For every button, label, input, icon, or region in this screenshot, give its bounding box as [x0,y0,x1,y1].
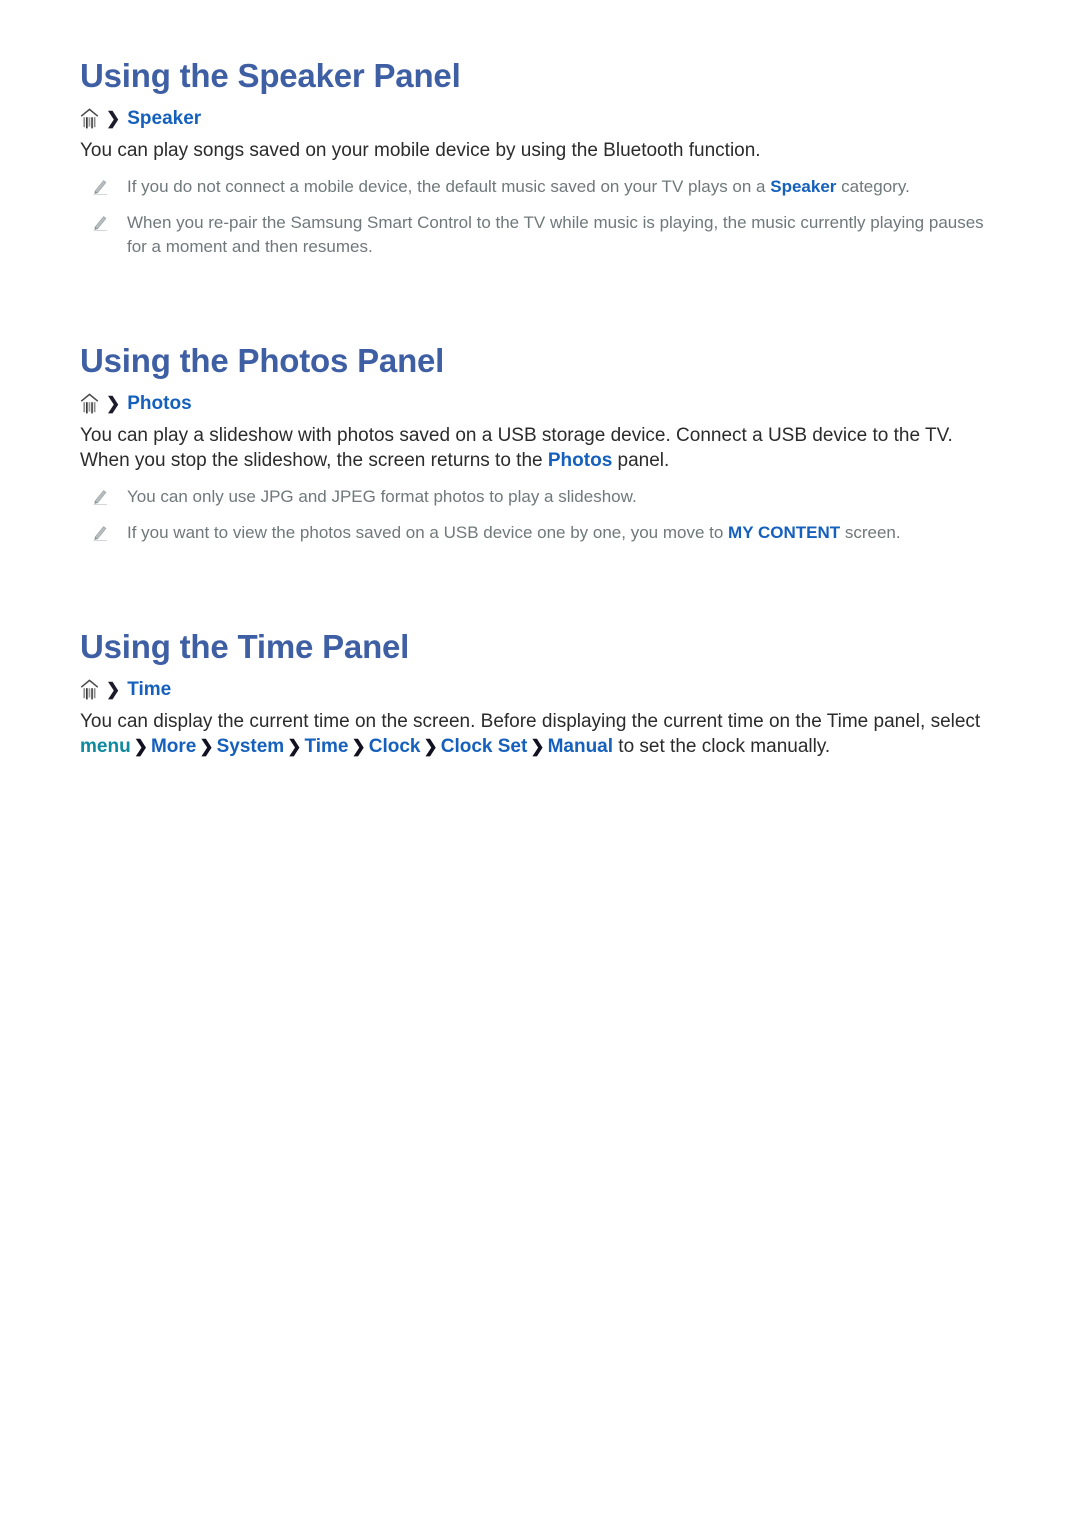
breadcrumb-photos: ❯ Photos [80,391,1000,415]
document-page: Using the Speaker Panel ❯ Speaker You ca… [0,0,1080,1527]
paragraph-speaker-intro: You can play songs saved on your mobile … [80,140,761,161]
note-text: When you re-pair the Samsung Smart Contr… [127,213,984,256]
menu-path-time[interactable]: Time [304,736,348,757]
note-text: You can only use JPG and JPEG format pho… [127,487,637,506]
breadcrumb-time: ❯ Time [80,677,1000,701]
note-item: You can only use JPG and JPEG format pho… [80,485,1000,509]
pencil-icon [92,214,109,231]
note-text-after: category. [836,177,910,196]
breadcrumb-target-time[interactable]: Time [127,680,171,699]
chevron-right-icon: ❯ [106,679,121,699]
select-label: select [930,711,981,732]
pencil-icon [92,488,109,505]
menu-path-more[interactable]: More [151,736,196,757]
note-link-my-content[interactable]: MY CONTENT [728,523,840,542]
page-title-time: Using the Time Panel [80,628,410,665]
note-text-before: If you want to view the photos saved on … [127,523,729,542]
note-link-speaker[interactable]: Speaker [770,177,836,196]
home-panel-icon [80,107,99,129]
page-title-speaker: Using the Speaker Panel [80,57,461,94]
chevron-right-icon: ❯ [423,737,438,756]
pencil-icon [92,524,109,541]
menu-path-system[interactable]: System [217,736,285,757]
menu-path-clock[interactable]: Clock [369,736,421,757]
chevron-right-icon: ❯ [287,737,302,756]
pencil-icon [92,178,109,195]
breadcrumb-target-photos[interactable]: Photos [127,394,191,413]
paragraph-photos-intro: You can play a slideshow with photos sav… [80,423,995,473]
home-panel-icon [80,678,99,700]
inline-link-photos[interactable]: Photos [548,450,612,471]
menu-keyword[interactable]: menu [80,736,131,757]
note-text-after: screen. [840,523,901,542]
note-item: When you re-pair the Samsung Smart Contr… [80,211,1000,259]
chevron-right-icon: ❯ [530,737,545,756]
note-text: If you do not connect a mobile device, t… [127,175,910,199]
note-item: If you do not connect a mobile device, t… [80,175,1000,199]
section-photos: Using the Photos Panel ❯ Photos You can … [80,341,1000,545]
note-text-before: If you do not connect a mobile device, t… [127,177,771,196]
chevron-right-icon: ❯ [106,393,121,413]
paragraph-line-1: You can display the current time on the … [80,711,926,732]
paragraph-after: panel. [612,450,670,471]
page-title-photos: Using the Photos Panel [80,342,445,379]
note-text: If you want to view the photos saved on … [127,521,901,545]
paragraph-before: You can play a slideshow with photos sav… [80,425,953,471]
chevron-right-icon: ❯ [133,737,148,756]
note-item: If you want to view the photos saved on … [80,521,1000,545]
chevron-right-icon: ❯ [199,737,214,756]
chevron-right-icon: ❯ [106,108,121,128]
menu-path-manual[interactable]: Manual [548,736,613,757]
section-time: Using the Time Panel ❯ Time You can disp… [80,627,1000,759]
section-speaker: Using the Speaker Panel ❯ Speaker You ca… [80,56,1000,259]
menu-path-clock-set[interactable]: Clock Set [441,736,528,757]
home-panel-icon [80,392,99,414]
breadcrumb-speaker: ❯ Speaker [80,106,1000,130]
breadcrumb-target-speaker[interactable]: Speaker [127,109,201,128]
chevron-right-icon: ❯ [351,737,366,756]
paragraph-tail: to set the clock manually. [613,736,831,757]
paragraph-time-intro: You can display the current time on the … [80,709,995,759]
